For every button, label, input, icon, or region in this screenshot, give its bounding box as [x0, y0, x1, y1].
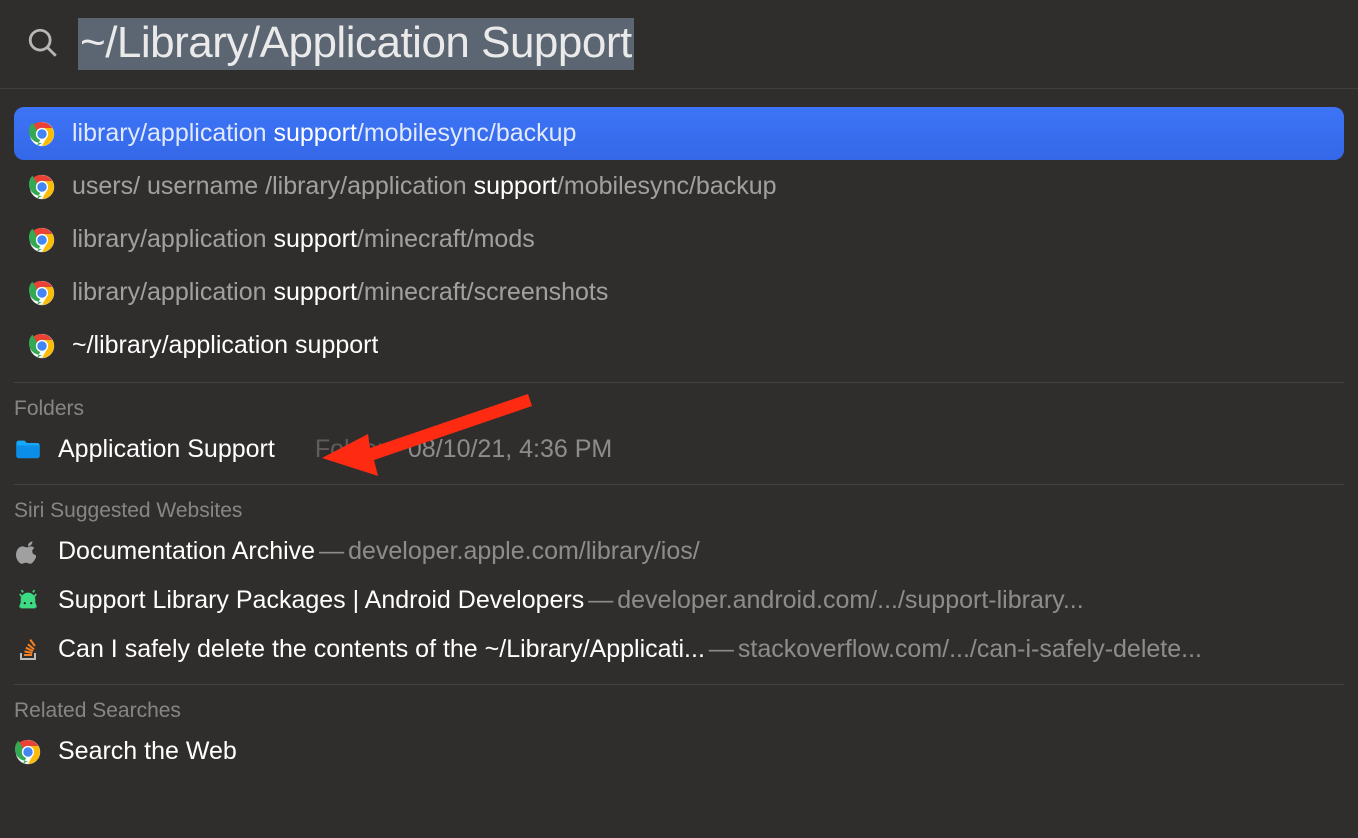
chrome-icon [28, 120, 56, 148]
related-list: Search the Web [0, 727, 1358, 776]
siri-sites-section-header: Siri Suggested Websites [0, 485, 1358, 527]
site-title: Support Library Packages | Android Devel… [58, 586, 584, 615]
search-query-text: ~/Library/Application Support [78, 18, 634, 70]
related-row[interactable]: Search the Web [0, 727, 1358, 776]
folder-row[interactable]: Application Support Folder · 08/10/21, 4:… [0, 425, 1358, 474]
folder-name: Application Support [58, 435, 275, 464]
site-url: developer.apple.com/library/ios/ [348, 537, 1344, 566]
top-hit-row[interactable]: library/application support/mobilesync/b… [14, 107, 1344, 160]
top-hit-text: ~/library/application support [72, 331, 378, 360]
stackoverflow-icon [14, 636, 42, 664]
search-icon [26, 26, 60, 60]
site-dash: — [588, 586, 613, 615]
site-title: Documentation Archive [58, 537, 315, 566]
siri-site-row[interactable]: Can I safely delete the contents of the … [0, 625, 1358, 674]
siri-site-row[interactable]: Support Library Packages | Android Devel… [0, 576, 1358, 625]
top-hit-row[interactable]: library/application support/minecraft/mo… [14, 213, 1344, 266]
spotlight-window: ~/Library/Application Support library/ap… [0, 0, 1358, 838]
top-hit-text: library/application support/minecraft/mo… [72, 225, 535, 254]
top-hit-row[interactable]: library/application support/minecraft/sc… [14, 266, 1344, 319]
site-url: developer.android.com/.../support-librar… [617, 586, 1344, 615]
site-url: stackoverflow.com/.../can-i-safely-delet… [738, 635, 1344, 664]
top-hit-text: users/ username /library/application sup… [72, 172, 777, 201]
related-label: Search the Web [58, 737, 237, 766]
apple-icon [14, 538, 42, 566]
chrome-icon [28, 279, 56, 307]
chrome-icon [14, 738, 42, 766]
top-hits-list: library/application support/mobilesync/b… [0, 89, 1358, 372]
top-hit-text: library/application support/mobilesync/b… [72, 119, 576, 148]
folders-list: Application Support Folder · 08/10/21, 4:… [0, 425, 1358, 474]
site-title: Can I safely delete the contents of the … [58, 635, 705, 664]
top-hit-row[interactable]: users/ username /library/application sup… [14, 160, 1344, 213]
siri-site-row[interactable]: Documentation Archive — developer.apple.… [0, 527, 1358, 576]
siri-sites-list: Documentation Archive — developer.apple.… [0, 527, 1358, 674]
folder-icon [14, 436, 42, 464]
chrome-icon [28, 226, 56, 254]
related-section-header: Related Searches [0, 685, 1358, 727]
chrome-icon [28, 332, 56, 360]
search-bar: ~/Library/Application Support [0, 0, 1358, 89]
folders-section-header: Folders [0, 383, 1358, 425]
chrome-icon [28, 173, 56, 201]
site-dash: — [319, 537, 344, 566]
folder-meta: Folder · 08/10/21, 4:36 PM [285, 435, 612, 464]
site-dash: — [709, 635, 734, 664]
android-icon [14, 587, 42, 615]
search-input[interactable]: ~/Library/Application Support [78, 18, 1332, 68]
top-hit-row[interactable]: ~/library/application support [14, 319, 1344, 372]
top-hit-text: library/application support/minecraft/sc… [72, 278, 608, 307]
